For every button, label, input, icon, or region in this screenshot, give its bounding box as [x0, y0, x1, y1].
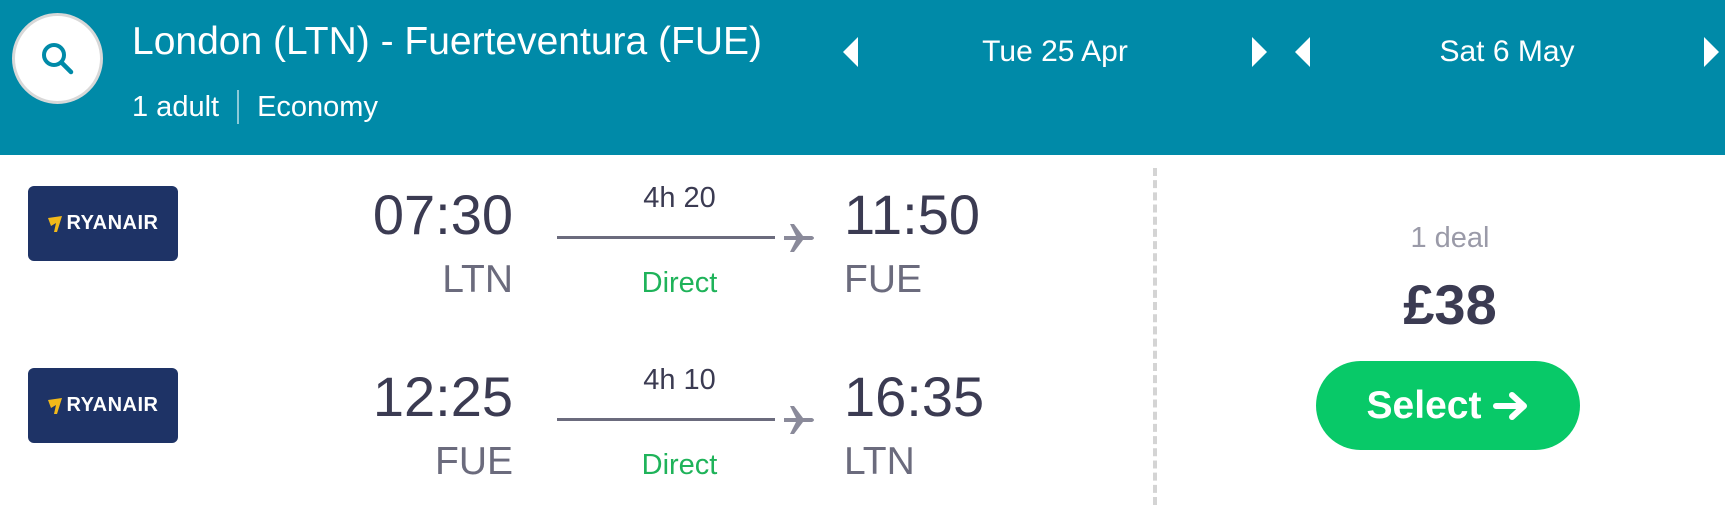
return-date-nav: Sat 6 May	[1282, 30, 1725, 74]
departure-time: 12:25	[372, 365, 513, 428]
outbound-date[interactable]: Tue 25 Apr	[870, 35, 1240, 69]
return-prev-button[interactable]	[1282, 30, 1322, 74]
divider	[237, 90, 240, 124]
chevron-right-icon	[1704, 37, 1719, 67]
results-divider	[1153, 168, 1157, 505]
search-button[interactable]	[12, 13, 103, 104]
airline-name: RYANAIR	[66, 212, 159, 234]
cabin-class-label: Economy	[257, 90, 378, 123]
passengers-label: 1 adult	[132, 90, 220, 123]
airline-logo: RYANAIR	[28, 368, 178, 443]
search-icon	[41, 42, 73, 74]
departure-airport: FUE	[435, 440, 513, 483]
flight-duration: 4h 20	[643, 182, 716, 214]
outbound-prev-button[interactable]	[830, 30, 870, 74]
plane-icon	[784, 406, 814, 434]
return-next-button[interactable]	[1692, 30, 1725, 74]
stops-label: Direct	[641, 449, 718, 481]
ryanair-harp-icon	[47, 215, 63, 233]
arrival-airport: LTN	[844, 440, 915, 483]
arrival-time: 16:35	[844, 365, 985, 428]
select-button[interactable]: Select	[1316, 361, 1580, 450]
select-label: Select	[1366, 383, 1482, 427]
arrow-right-icon	[1493, 391, 1529, 421]
outbound-date-nav: Tue 25 Apr	[830, 30, 1280, 74]
deal-count[interactable]: 1 deal	[1290, 222, 1610, 255]
arrival-time: 11:50	[844, 183, 980, 246]
plane-icon	[784, 224, 814, 252]
route-title[interactable]: London (LTN) - Fuerteventura (FUE)	[132, 20, 762, 64]
chevron-left-icon	[843, 37, 858, 67]
stops-label: Direct	[641, 267, 718, 299]
price: £38	[1403, 273, 1497, 336]
ryanair-harp-icon	[47, 397, 63, 415]
flight-duration: 4h 10	[643, 364, 716, 396]
arrival-airport: FUE	[844, 258, 922, 301]
return-date[interactable]: Sat 6 May	[1322, 35, 1692, 69]
chevron-left-icon	[1295, 37, 1310, 67]
flight-path-line	[557, 418, 775, 421]
departure-time: 07:30	[372, 183, 513, 246]
airline-name: RYANAIR	[66, 394, 159, 416]
chevron-right-icon	[1252, 37, 1267, 67]
airline-logo: RYANAIR	[28, 186, 178, 261]
outbound-next-button[interactable]	[1240, 30, 1280, 74]
departure-airport: LTN	[442, 258, 513, 301]
search-header: London (LTN) - Fuerteventura (FUE) 1 adu…	[0, 0, 1725, 155]
flight-path-line	[557, 236, 775, 239]
trip-details[interactable]: 1 adult Economy	[132, 90, 378, 124]
